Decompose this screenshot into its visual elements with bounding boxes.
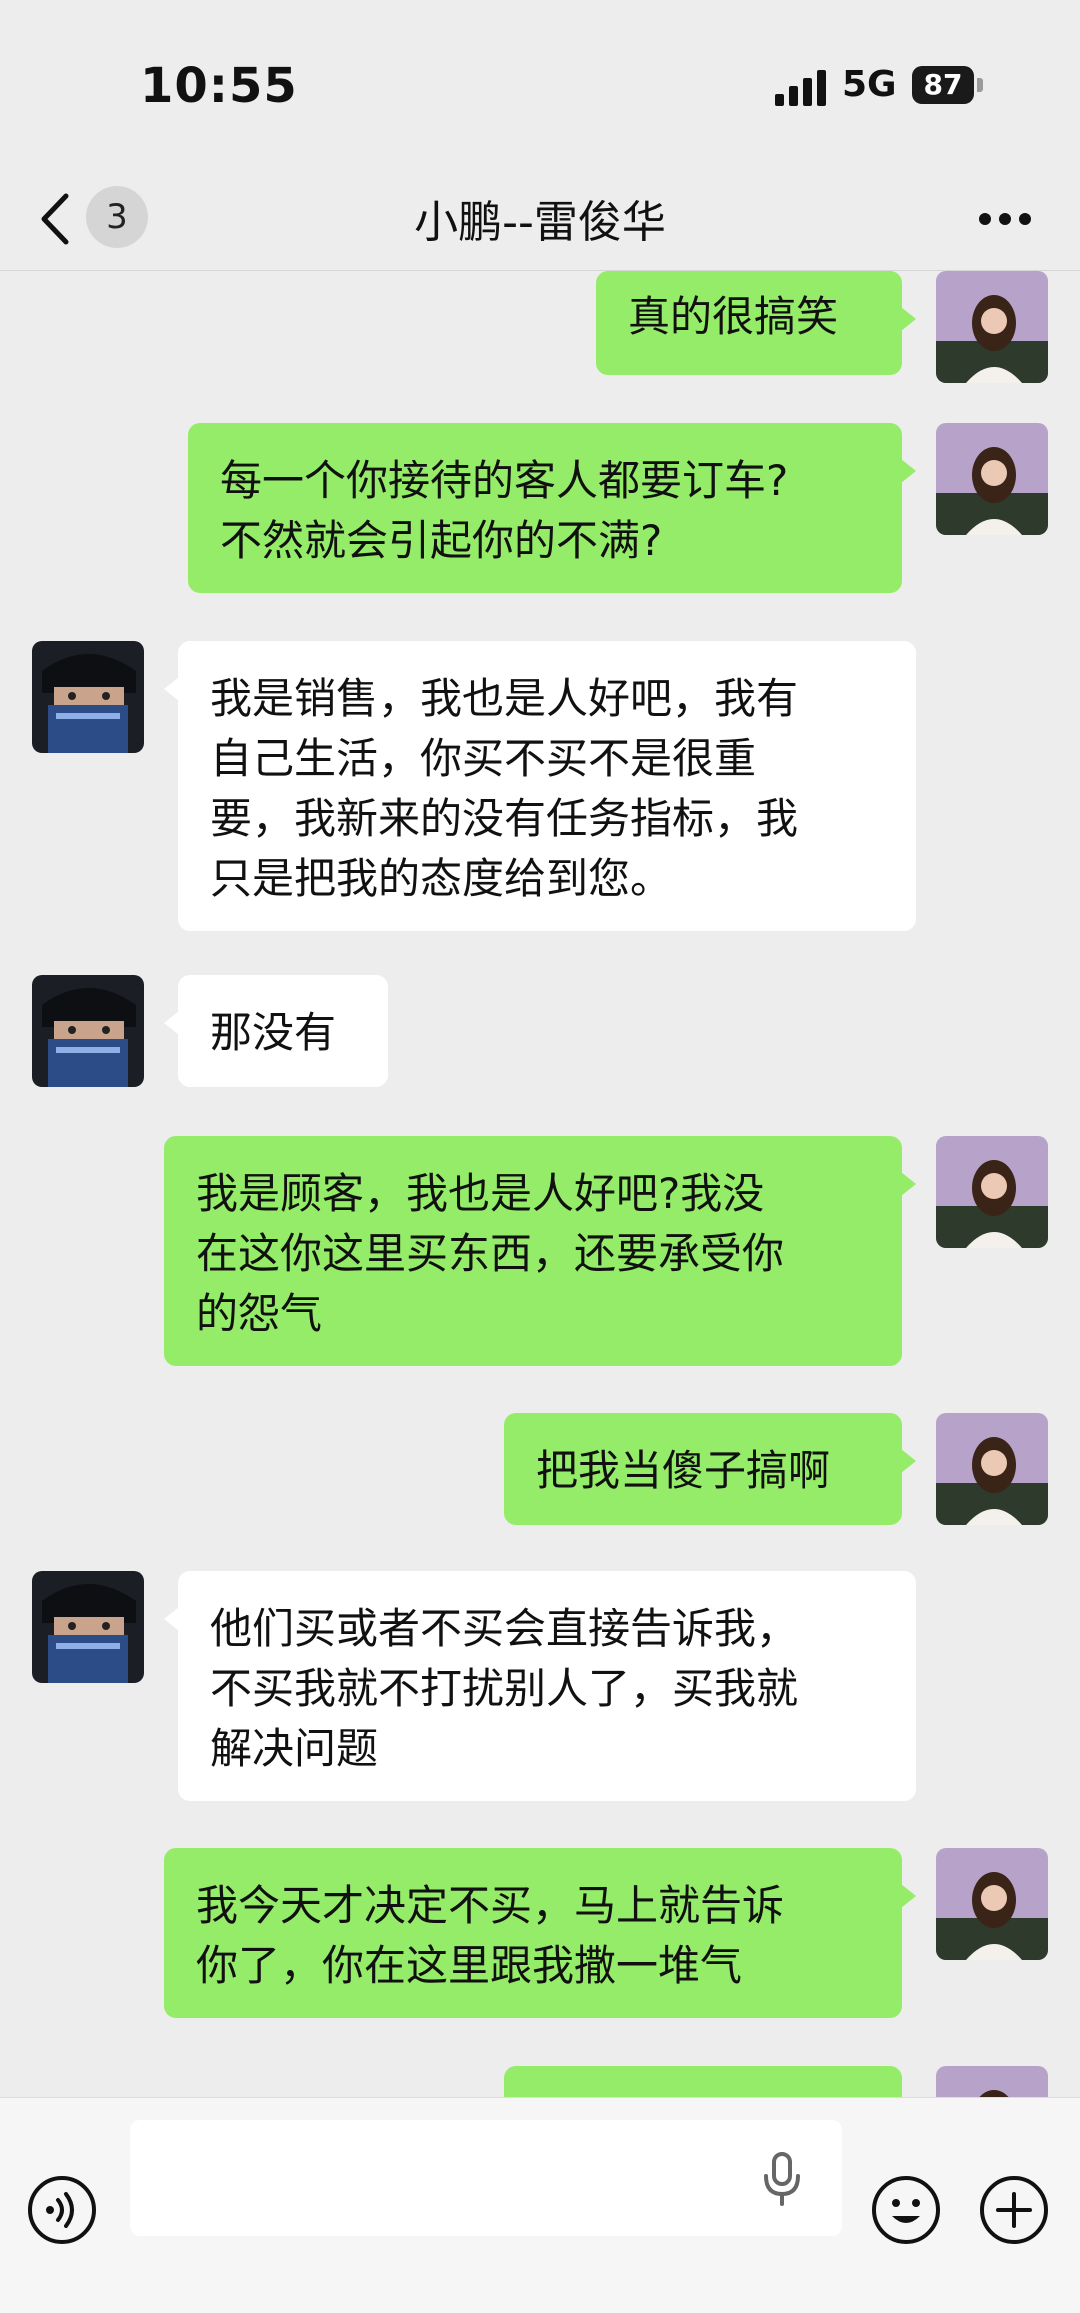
- my-avatar[interactable]: [936, 271, 1048, 383]
- avatar-image: [32, 975, 144, 1087]
- avatar-image: [32, 641, 144, 753]
- battery-level: 87: [923, 68, 963, 101]
- ellipsis-icon: [979, 213, 1031, 225]
- message-bubble-received[interactable]: 他们买或者不买会直接告诉我， 不买我就不打扰别人了，买我就 解决问题: [164, 1571, 916, 1801]
- my-avatar[interactable]: [936, 1136, 1048, 1248]
- microphone-icon[interactable]: [760, 2152, 804, 2208]
- input-bar: [0, 2097, 1080, 2313]
- status-time: 10:55: [140, 58, 298, 114]
- message-bubble-sent[interactable]: 我是顾客，我也是人好吧?我没 在这你这里买东西，还要承受你 的怨气: [164, 1136, 916, 1366]
- message-bubble-received[interactable]: 那没有: [164, 975, 388, 1087]
- battery-icon: 87: [912, 66, 974, 104]
- message-list[interactable]: 真的很搞笑 每一个你接待的客人都要订车? 不然就会引起你的不满? 我是销售，我也…: [0, 271, 1080, 2097]
- message-bubble-sent[interactable]: 我今天才决定不买，马上就告诉 你了，你在这里跟我撒一堆气: [164, 1848, 916, 2018]
- avatar-image: [936, 1848, 1048, 1960]
- message-bubble-sent[interactable]: 真的很搞笑: [596, 271, 916, 375]
- message-input[interactable]: [130, 2120, 842, 2236]
- avatar-image: [32, 1571, 144, 1683]
- message-text: 把我当傻子搞啊: [536, 1446, 831, 1495]
- message-bubble-sent[interactable]: [504, 2066, 902, 2097]
- message-text: 真的很搞笑: [628, 292, 839, 341]
- battery-tip: [977, 78, 983, 92]
- contact-avatar[interactable]: [32, 1571, 144, 1683]
- avatar-image: [936, 2066, 1048, 2097]
- avatar-image: [936, 271, 1048, 383]
- message-text: 我是销售，我也是人好吧，我有 自己生活，你买不买不是很重 要，我新来的没有任务指…: [210, 674, 799, 903]
- plus-icon[interactable]: [978, 2174, 1050, 2246]
- message-text: 我是顾客，我也是人好吧?我没 在这你这里买东西，还要承受你 的怨气: [196, 1169, 785, 1338]
- voice-icon[interactable]: [26, 2174, 98, 2246]
- status-bar: 10:55 5G 87: [0, 0, 1080, 170]
- my-avatar[interactable]: [936, 2066, 1048, 2097]
- avatar-image: [936, 423, 1048, 535]
- emoji-icon[interactable]: [870, 2174, 942, 2246]
- message-text: 每一个你接待的客人都要订车? 不然就会引起你的不满?: [220, 456, 789, 565]
- network-type: 5G: [842, 64, 897, 105]
- contact-avatar[interactable]: [32, 641, 144, 753]
- chat-header: 3 小鹏--雷俊华: [0, 170, 1080, 271]
- avatar-image: [936, 1136, 1048, 1248]
- more-options-button[interactable]: [970, 190, 1040, 250]
- message-text: 那没有: [210, 1008, 337, 1057]
- my-avatar[interactable]: [936, 1848, 1048, 1960]
- signal-icon: [775, 70, 826, 106]
- my-avatar[interactable]: [936, 1413, 1048, 1525]
- message-text: 我今天才决定不买，马上就告诉 你了，你在这里跟我撒一堆气: [196, 1881, 785, 1990]
- my-avatar[interactable]: [936, 423, 1048, 535]
- message-text: 他们买或者不买会直接告诉我， 不买我就不打扰别人了，买我就 解决问题: [210, 1604, 799, 1773]
- message-bubble-sent[interactable]: 把我当傻子搞啊: [504, 1413, 916, 1525]
- message-bubble-sent[interactable]: 每一个你接待的客人都要订车? 不然就会引起你的不满?: [188, 423, 916, 593]
- chat-title: 小鹏--雷俊华: [414, 197, 666, 248]
- contact-avatar[interactable]: [32, 975, 144, 1087]
- avatar-image: [936, 1413, 1048, 1525]
- message-bubble-received[interactable]: 我是销售，我也是人好吧，我有 自己生活，你买不买不是很重 要，我新来的没有任务指…: [164, 641, 916, 931]
